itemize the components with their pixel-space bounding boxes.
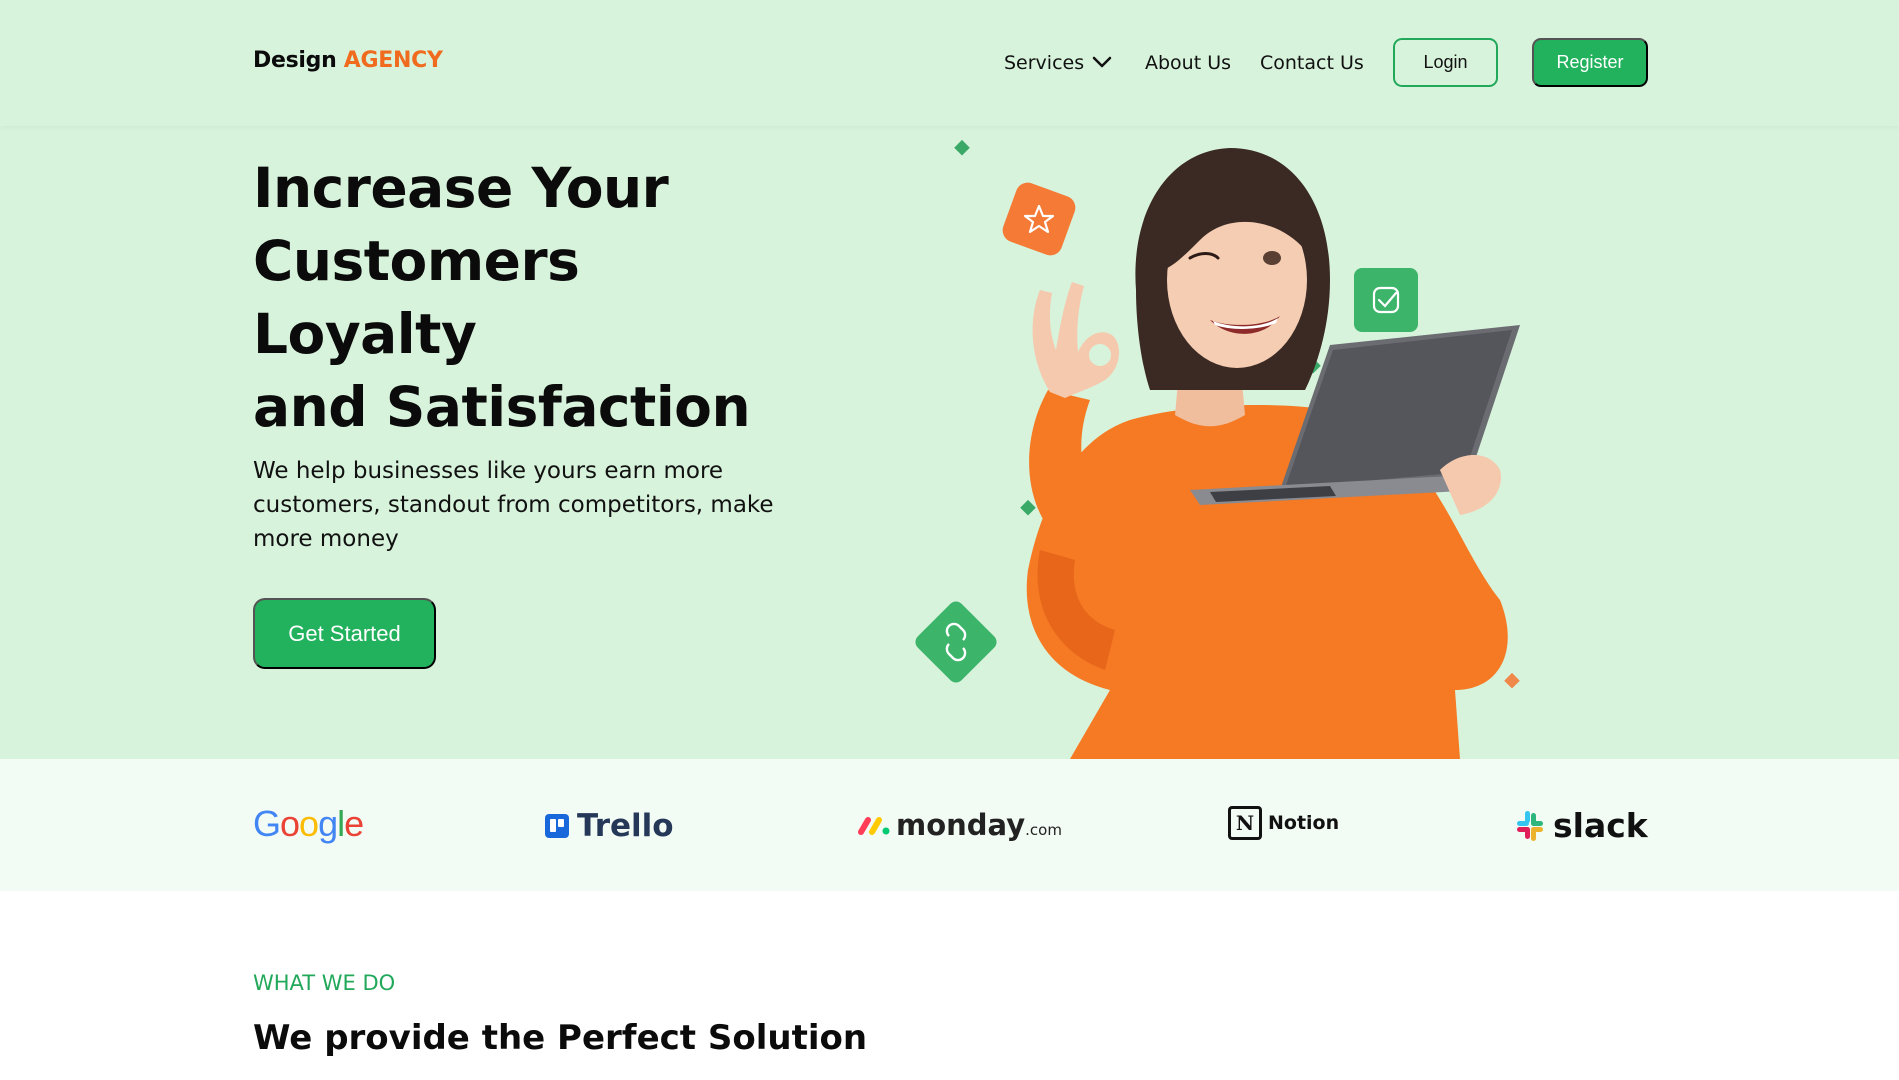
headline-line: Customers xyxy=(253,229,580,293)
get-started-button[interactable]: Get Started xyxy=(253,598,436,669)
woman-figure xyxy=(1026,148,1520,759)
register-button[interactable]: Register xyxy=(1532,38,1648,87)
headline-line: Loyalty xyxy=(253,302,477,366)
headline-line: Increase Your xyxy=(253,156,669,220)
star-icon xyxy=(1002,182,1076,256)
google-letter-o2: o xyxy=(299,803,319,844)
chevron-down-icon[interactable] xyxy=(1092,54,1112,70)
hero-section: Design AGENCY Services About Us Contact … xyxy=(0,0,1899,759)
google-letter-g: g xyxy=(318,803,338,844)
headline-line: and Satisfaction xyxy=(253,375,751,439)
nav-services-link[interactable]: Services xyxy=(1004,52,1084,74)
google-letter-G: G xyxy=(253,803,281,844)
link-icon xyxy=(915,601,997,683)
navbar: Design AGENCY Services About Us Contact … xyxy=(0,0,1899,126)
login-button[interactable]: Login xyxy=(1393,38,1498,87)
google-letter-l: l xyxy=(337,803,345,844)
hero-headline: Increase Your Customers Loyalty and Sati… xyxy=(253,152,893,444)
decor-dot xyxy=(1504,672,1520,689)
monday-logo: monday .com xyxy=(858,808,1062,842)
decor-dot xyxy=(1020,499,1036,516)
monday-suffix: .com xyxy=(1025,821,1062,839)
section-title: We provide the Perfect Solution xyxy=(253,1018,868,1058)
section-eyebrow: WHAT WE DO xyxy=(253,971,396,995)
google-logo: Google xyxy=(253,803,364,845)
hero-illustration xyxy=(915,139,1520,759)
logo-accent-text: AGENCY xyxy=(343,48,443,73)
hero-subtext: We help businesses like yours earn more … xyxy=(253,458,774,552)
google-letter-o1: o xyxy=(280,803,300,844)
trello-wordmark: Trello xyxy=(577,808,674,844)
monday-wordmark: monday xyxy=(896,808,1026,842)
trello-logo-icon xyxy=(545,814,569,838)
slack-logo-icon xyxy=(1517,810,1543,841)
monday-logo-icon xyxy=(858,817,890,835)
trello-logo: Trello xyxy=(545,808,674,844)
check-icon xyxy=(1354,268,1418,332)
notion-logo-icon: N xyxy=(1228,806,1262,840)
logo-text: Design xyxy=(253,48,337,73)
slack-wordmark: slack xyxy=(1553,806,1648,845)
brand-logo[interactable]: Design AGENCY xyxy=(253,48,443,73)
nav-contact-link[interactable]: Contact Us xyxy=(1260,52,1364,74)
slack-logo: slack xyxy=(1513,806,1648,845)
notion-wordmark: Notion xyxy=(1268,812,1340,834)
notion-logo: N Notion xyxy=(1228,806,1339,840)
google-letter-e: e xyxy=(344,803,364,844)
nav-about-link[interactable]: About Us xyxy=(1145,52,1231,74)
decor-dot xyxy=(954,139,970,156)
